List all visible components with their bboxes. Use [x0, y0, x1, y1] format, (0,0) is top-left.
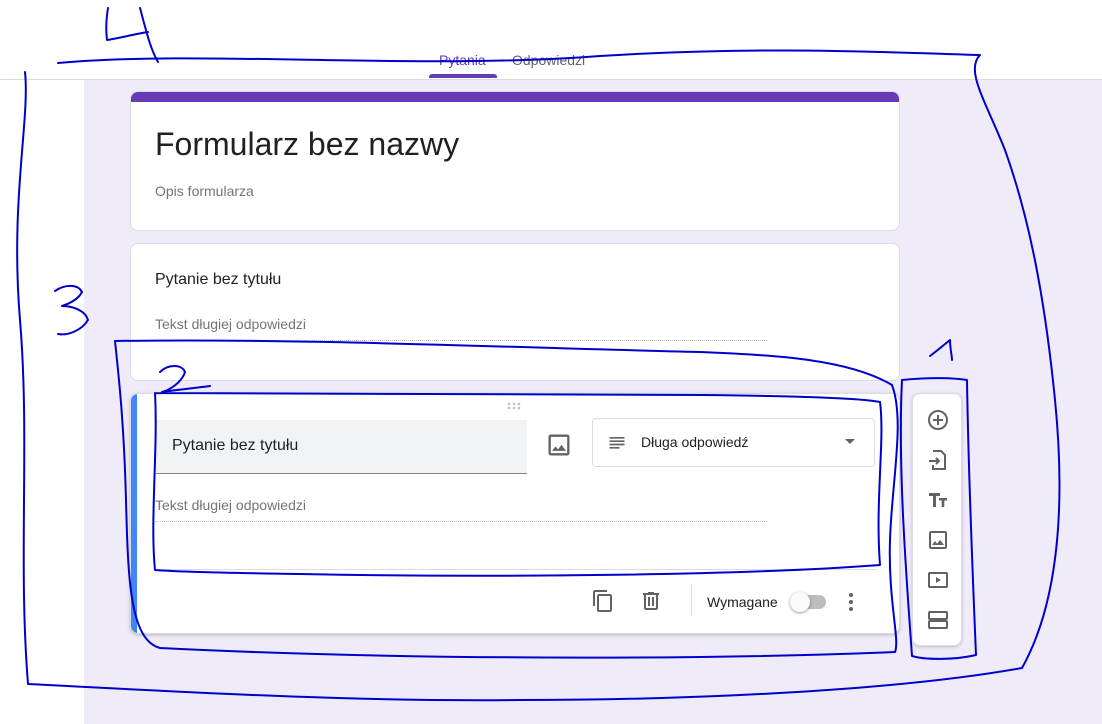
tab-responses[interactable]: Odpowiedzi [512, 52, 585, 68]
question-card-preview[interactable]: Pytanie bez tytułu Tekst długiej odpowie… [130, 243, 900, 381]
question-title-input[interactable]: Pytanie bez tytułu [156, 420, 527, 474]
chevron-down-icon [843, 437, 857, 447]
title-card-accent [131, 92, 899, 102]
add-question-icon[interactable] [926, 408, 950, 432]
form-description-field[interactable]: Opis formularza [155, 183, 254, 199]
question-type-label: Długa odpowiedź [641, 434, 749, 450]
add-title-icon[interactable] [926, 488, 950, 512]
long-answer-placeholder: Tekst długiej odpowiedzi [155, 497, 767, 522]
question-title: Pytanie bez tytułu [155, 271, 282, 288]
question-type-dropdown[interactable]: Długa odpowiedź [592, 418, 875, 467]
active-tab-indicator [429, 74, 497, 78]
long-answer-placeholder: Tekst długiej odpowiedzi [155, 316, 767, 341]
question-card-active[interactable]: Pytanie bez tytułu Długa odpowiedź Tekst… [130, 393, 900, 634]
add-section-icon[interactable] [926, 608, 950, 632]
add-image-icon[interactable] [545, 431, 573, 459]
required-toggle[interactable] [790, 592, 828, 612]
tab-questions[interactable]: Pytania [439, 52, 486, 68]
form-title[interactable]: Formularz bez nazwy [155, 126, 459, 163]
form-title-card[interactable]: Formularz bez nazwy Opis formularza [130, 91, 900, 231]
card-footer-divider [155, 569, 877, 570]
more-options-icon[interactable] [842, 590, 860, 614]
floating-toolbar [912, 393, 962, 646]
duplicate-icon[interactable] [591, 589, 615, 613]
add-video-icon[interactable] [926, 568, 950, 592]
top-tab-bar: Pytania Odpowiedzi [0, 0, 1102, 80]
active-card-indicator [131, 394, 137, 633]
toggle-knob [790, 592, 810, 612]
paragraph-lines-icon [607, 432, 627, 452]
delete-icon[interactable] [639, 589, 663, 613]
required-label: Wymagane [707, 594, 778, 610]
import-questions-icon[interactable] [926, 448, 950, 472]
add-image-icon[interactable] [926, 528, 950, 552]
drag-handle-icon[interactable] [507, 402, 523, 410]
footer-vertical-divider [691, 584, 692, 616]
